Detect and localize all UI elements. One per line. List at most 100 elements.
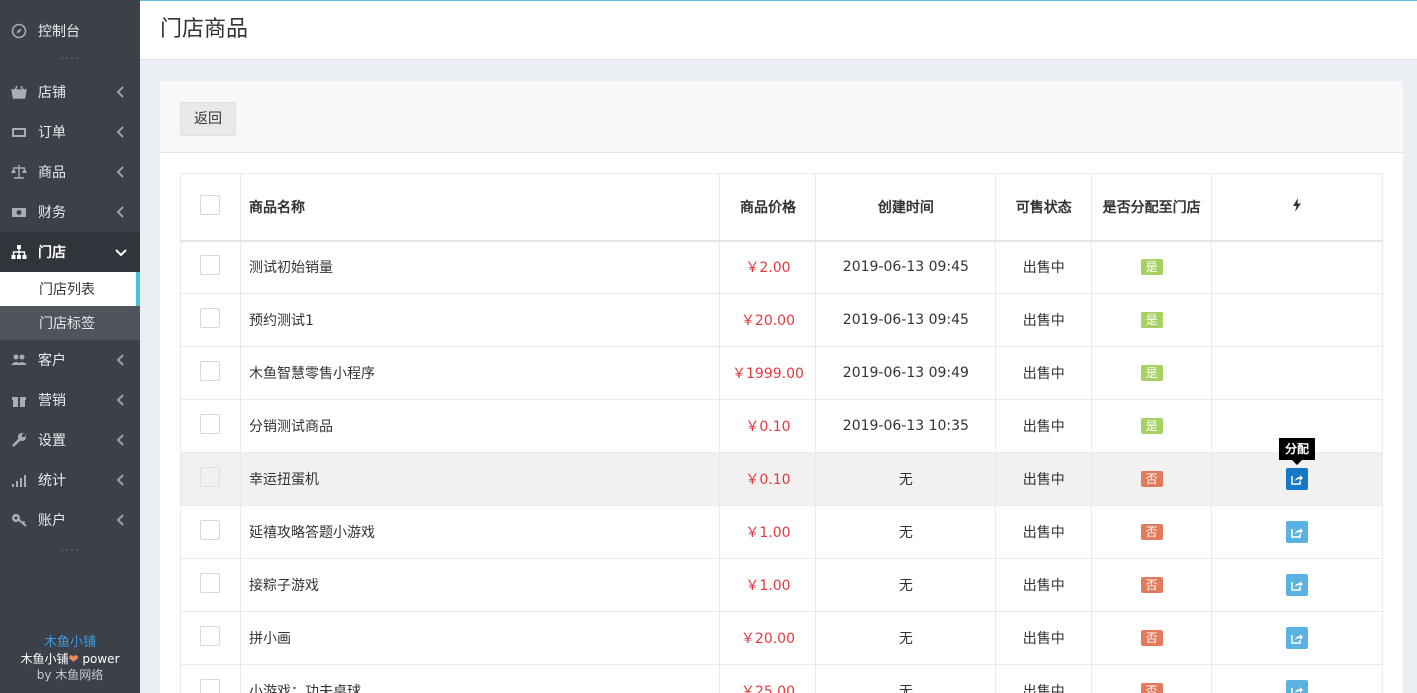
page-header: 门店商品: [140, 0, 1417, 60]
row-checkbox[interactable]: [200, 308, 221, 328]
brand-power-line: 木鱼小铺❤ power: [0, 651, 140, 667]
row-checkbox[interactable]: [200, 520, 221, 540]
product-name: 测试初始销量: [239, 240, 721, 294]
product-created: 无: [815, 664, 997, 693]
col-name: 商品名称: [239, 173, 721, 242]
col-created: 创建时间: [815, 173, 997, 242]
product-status: 出售中: [995, 664, 1093, 693]
sidebar-divider-dots: ....: [60, 540, 80, 554]
actions-cell: [1211, 611, 1383, 665]
sidebar-item-label: 控制台: [38, 24, 80, 40]
sidebar-item-dashboard[interactable]: 控制台: [0, 0, 140, 62]
assigned-badge: 是: [1140, 365, 1163, 381]
table-row: 拼小画 ￥20.00 无 出售中 否: [180, 611, 1383, 665]
share-icon: [1291, 581, 1304, 591]
row-checkbox[interactable]: [200, 255, 221, 276]
row-checkbox[interactable]: [200, 573, 221, 593]
product-status: 出售中: [995, 240, 1093, 294]
money-icon: [10, 203, 28, 221]
chevron-left-icon: [114, 473, 128, 487]
brand-name: 木鱼小铺: [43, 635, 96, 650]
bolt-icon: [1292, 197, 1302, 216]
product-created: 无: [815, 558, 997, 612]
assign-button[interactable]: [1286, 521, 1309, 543]
sidebar-item-label: 客户: [38, 353, 66, 369]
product-price: ￥25.00: [719, 664, 817, 693]
brand-power-suffix: power: [82, 652, 120, 666]
sidebar-item-label: 营销: [38, 393, 66, 409]
assigned-cell: 否: [1091, 452, 1213, 506]
dashboard-icon: [10, 22, 28, 40]
content-panel: 返回 商品名称 商品价格 创建时间 可售状态 是否分配至门店 测试初始销量 ￥2…: [160, 81, 1403, 693]
sidebar-item-label: 门店: [38, 245, 66, 261]
product-name: 分销测试商品: [239, 399, 721, 453]
sidebar-subitem-store-tags[interactable]: 门店标签: [0, 306, 140, 340]
product-status: 出售中: [995, 293, 1093, 347]
product-status: 出售中: [995, 558, 1093, 612]
product-price: ￥1999.00: [719, 346, 817, 400]
key-icon: [10, 511, 28, 529]
sidebar-item-products[interactable]: 商品: [0, 152, 140, 192]
product-status: 出售中: [995, 505, 1093, 559]
assign-button[interactable]: [1286, 574, 1309, 596]
select-all-checkbox[interactable]: [200, 194, 221, 215]
sidebar-item-settings[interactable]: 设置: [0, 420, 140, 460]
signal-icon: [10, 471, 28, 489]
product-price: ￥1.00: [719, 558, 817, 612]
select-all-cell: [180, 173, 241, 242]
page-title: 门店商品: [160, 17, 249, 42]
row-checkbox[interactable]: [200, 361, 221, 381]
assign-button[interactable]: [1286, 627, 1309, 649]
shop-icon: [10, 83, 28, 101]
product-name: 木鱼智慧零售小程序: [239, 346, 721, 400]
product-price: ￥2.00: [719, 240, 817, 294]
row-checkbox[interactable]: [200, 414, 221, 434]
product-name: 延禧攻略答题小游戏: [239, 505, 721, 559]
chevron-left-icon: [114, 353, 128, 367]
sidebar-item-orders[interactable]: 订单: [0, 112, 140, 152]
assigned-cell: 否: [1091, 505, 1213, 559]
product-price: ￥20.00: [719, 611, 817, 665]
sidebar-item-finance[interactable]: 财务: [0, 192, 140, 232]
product-price: ￥20.00: [719, 293, 817, 347]
assigned-badge: 否: [1140, 683, 1163, 693]
product-created: 2019-06-13 09:45: [815, 240, 997, 294]
wrench-icon: [10, 431, 28, 449]
table-header-row: 商品名称 商品价格 创建时间 可售状态 是否分配至门店: [180, 173, 1383, 242]
actions-cell: [1211, 664, 1383, 693]
product-price: ￥0.10: [719, 452, 817, 506]
sidebar-item-shop[interactable]: 店铺: [0, 72, 140, 112]
sidebar-item-account[interactable]: 账户: [0, 500, 140, 540]
sidebar-item-customers[interactable]: 客户: [0, 340, 140, 380]
back-button[interactable]: 返回: [180, 102, 236, 136]
chevron-left-icon: [114, 393, 128, 407]
assign-button[interactable]: [1286, 680, 1309, 693]
sidebar-item-label: 统计: [38, 473, 66, 489]
sidebar-item-marketing[interactable]: 营销: [0, 380, 140, 420]
row-checkbox[interactable]: [200, 467, 221, 487]
col-status: 可售状态: [995, 173, 1093, 242]
brand-footer: 木鱼小铺 木鱼小铺❤ power by 木鱼网络: [0, 635, 140, 683]
sidebar-item-label: 财务: [38, 205, 66, 221]
chevron-left-icon: [114, 205, 128, 219]
sidebar-item-statistics[interactable]: 统计: [0, 460, 140, 500]
toolbar: 返回: [160, 81, 1403, 153]
product-status: 出售中: [995, 399, 1093, 453]
brand-by: by 木鱼网络: [36, 668, 104, 682]
assign-button[interactable]: 分配: [1279, 438, 1316, 490]
product-created: 无: [815, 452, 997, 506]
row-checkbox[interactable]: [200, 626, 221, 646]
actions-cell: [1211, 293, 1383, 347]
row-checkbox[interactable]: [200, 679, 221, 693]
assigned-badge: 否: [1140, 471, 1163, 487]
assigned-cell: 是: [1091, 293, 1213, 347]
row-select-cell: [180, 664, 241, 693]
table-row: 接粽子游戏 ￥1.00 无 出售中 否: [180, 558, 1383, 612]
assigned-badge: 是: [1140, 259, 1163, 276]
sidebar-item-stores[interactable]: 门店: [0, 232, 140, 272]
table-row: 木鱼智慧零售小程序 ￥1999.00 2019-06-13 09:49 出售中 …: [180, 346, 1383, 400]
sidebar-subitem-store-list[interactable]: 门店列表: [0, 272, 140, 306]
row-select-cell: [180, 611, 241, 665]
table-row: 预约测试1 ￥20.00 2019-06-13 09:45 出售中 是: [180, 293, 1383, 347]
assigned-cell: 是: [1091, 399, 1213, 453]
